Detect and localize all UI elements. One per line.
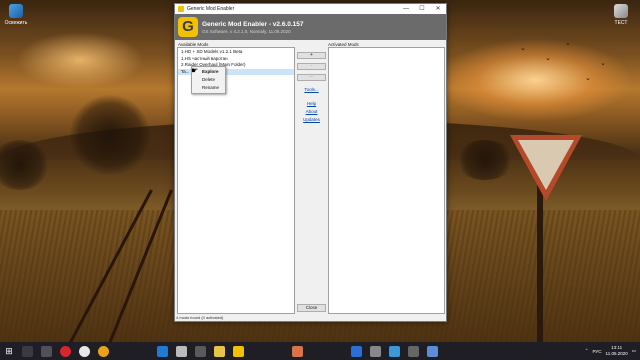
shortcut-icon [614, 4, 628, 18]
bird-icon: ⌄ [600, 60, 606, 67]
desktop-icon-label: Освежить [4, 20, 28, 26]
title-bar[interactable]: Generic Mod Enabler — ☐ ✕ [175, 4, 446, 14]
app-icon[interactable] [292, 345, 303, 357]
shortcut-icon [9, 4, 23, 18]
chevron-up-icon[interactable]: ⌃ [585, 348, 589, 354]
tree-silhouette [0, 140, 50, 190]
app-icon[interactable] [370, 345, 381, 357]
context-menu-rename[interactable]: Rename [192, 84, 225, 92]
bird-icon: ⌄ [520, 45, 526, 52]
yandex-icon[interactable] [79, 345, 90, 357]
tree-silhouette [70, 95, 150, 175]
add-mod-button[interactable]: + [297, 52, 326, 59]
app-icon[interactable] [408, 345, 419, 357]
desktop-icon-right[interactable]: ТЕСТ [605, 4, 637, 26]
desktop-icon-left[interactable]: Освежить [0, 4, 32, 26]
road-sign-face [518, 140, 574, 190]
status-text: 4 mods found (0 activated) [176, 315, 224, 320]
hand-cursor-icon: ☛ [191, 66, 199, 75]
help-link[interactable]: Help [297, 101, 326, 106]
context-menu-delete[interactable]: Delete [192, 76, 225, 84]
close-window-button[interactable]: ✕ [430, 4, 446, 14]
bird-icon: ⌄ [585, 75, 591, 82]
app-icon[interactable] [195, 345, 206, 357]
app-icon [178, 6, 184, 12]
app-icon[interactable] [351, 345, 362, 357]
remove-all-button[interactable]: --- [297, 74, 326, 81]
app-icon[interactable] [157, 345, 168, 357]
close-button[interactable]: Close [297, 304, 326, 312]
activated-mods-list[interactable] [328, 47, 445, 314]
app-subtitle: GS Software, v 4.2.1.0, Nonnaly, 11.05.2… [202, 28, 291, 34]
clock-date: 11.05.2020 [605, 351, 628, 356]
updates-link[interactable]: Updates [297, 117, 326, 122]
app-icon[interactable] [176, 345, 187, 357]
about-link[interactable]: About [297, 109, 326, 114]
file-explorer-icon[interactable] [214, 345, 225, 357]
bird-icon: ⌄ [545, 55, 551, 62]
bird-icon: ⌄ [565, 40, 571, 47]
gme-logo-icon: G [178, 17, 198, 37]
system-tray: ⌃ РУС 13:11 11.05.2020 ▭ [585, 342, 636, 360]
maximize-button[interactable]: ☐ [414, 4, 430, 14]
app-name: Generic Mod Enabler - v2.6.0.157 [202, 20, 304, 28]
tools-link[interactable]: Tools... [297, 87, 326, 92]
app-icon[interactable] [427, 345, 438, 357]
search-icon[interactable] [22, 345, 33, 357]
desktop-icon-label: ТЕСТ [614, 20, 628, 26]
gme-taskbar-icon[interactable] [233, 345, 244, 357]
start-button-icon[interactable]: ⊞ [0, 342, 18, 360]
notification-icon[interactable]: ▭ [632, 348, 636, 354]
taskbar: ⊞ ⌃ РУС 13:11 11.05.2020 ▭ [0, 342, 640, 360]
tree-silhouette [455, 140, 515, 180]
window-title: Generic Mod Enabler [187, 6, 235, 12]
app-window: Generic Mod Enabler — ☐ ✕ G Generic Mod … [174, 3, 447, 322]
task-view-icon[interactable] [41, 345, 52, 357]
app-icon[interactable] [389, 345, 400, 357]
chrome-icon[interactable] [98, 345, 109, 357]
keyboard-language[interactable]: РУС [593, 349, 602, 354]
remove-mod-button[interactable]: - [297, 63, 326, 70]
app-header: G Generic Mod Enabler - v2.6.0.157 GS So… [175, 14, 446, 40]
clock[interactable]: 13:11 11.05.2020 [606, 345, 628, 357]
opera-icon[interactable] [60, 345, 71, 357]
minimize-button[interactable]: — [398, 4, 414, 14]
